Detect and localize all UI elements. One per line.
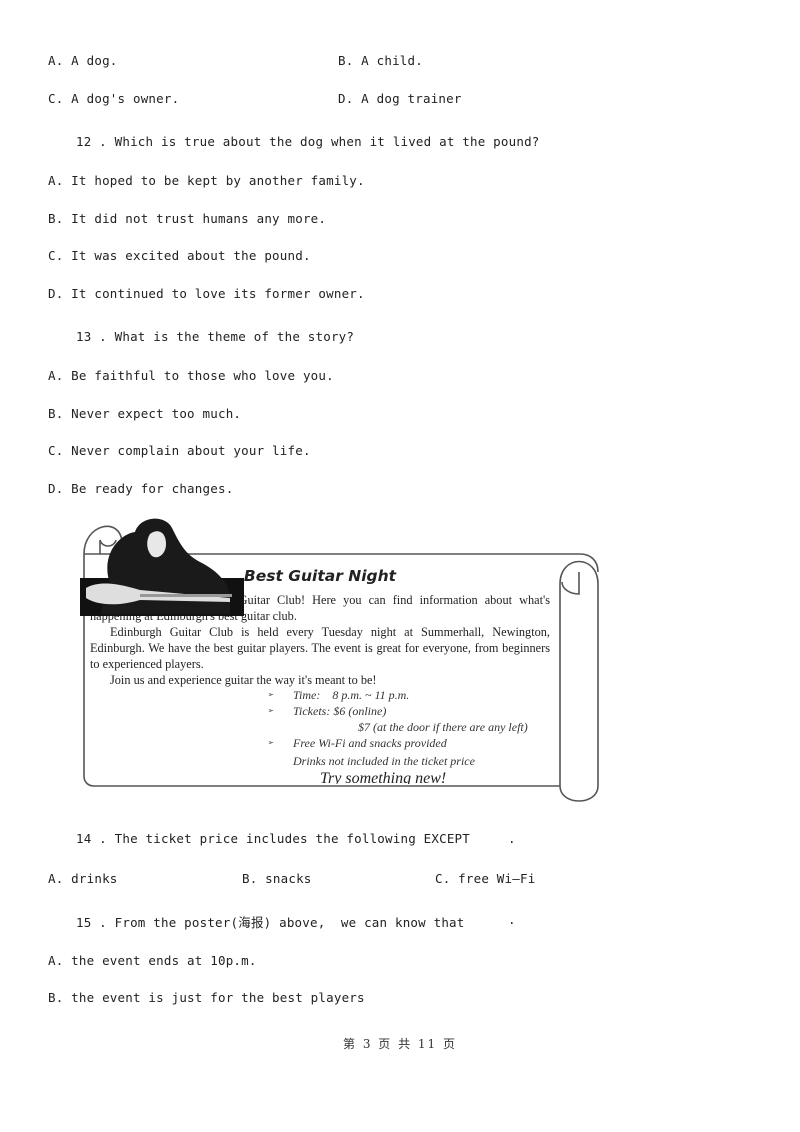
q11-option-a: A. A dog. bbox=[48, 53, 118, 68]
q14-blank: . bbox=[508, 831, 516, 846]
q11-option-c: C. A dog's owner. bbox=[48, 91, 180, 106]
poster-bullet-wifi: Free Wi-Fi and snacks provided bbox=[293, 736, 447, 750]
q13-question: 13 . What is the theme of the story? bbox=[76, 329, 355, 344]
guitar-night-poster: Best Guitar Night Welcome to Edinburgh G… bbox=[80, 514, 602, 806]
poster-paragraph-2: Edinburgh Guitar Club is held every Tues… bbox=[90, 625, 550, 671]
q13-option-c: C. Never complain about your life. bbox=[48, 443, 311, 458]
q15-question: 15 . From the poster(海报) above, we can k… bbox=[76, 915, 465, 930]
q11-option-b: B. A child. bbox=[338, 53, 423, 68]
q14-option-c: C. free Wi—Fi bbox=[435, 871, 536, 886]
poster-bullet-tickets-door: $7 (at the door if there are any left) bbox=[358, 720, 528, 734]
poster-paragraph-3: Join us and experience guitar the way it… bbox=[110, 673, 377, 687]
q14-question: 14 . The ticket price includes the follo… bbox=[76, 831, 471, 846]
page-number: 第 3 页 共 11 页 bbox=[343, 1037, 457, 1051]
poster-slogan: Try something new! bbox=[320, 770, 447, 784]
guitarist-image bbox=[80, 518, 244, 616]
q14-option-a: A. drinks bbox=[48, 871, 118, 886]
q12-option-c: C. It was excited about the pound. bbox=[48, 248, 311, 263]
q12-question: 12 . Which is true about the dog when it… bbox=[76, 134, 540, 149]
q15-blank: . bbox=[508, 912, 516, 927]
q13-option-a: A. Be faithful to those who love you. bbox=[48, 368, 334, 383]
poster-bullet-tickets-online: Tickets: $6 (online) bbox=[293, 704, 387, 718]
q14-option-b: B. snacks bbox=[242, 871, 312, 886]
bullet-arrow-icon: ➢ bbox=[268, 738, 275, 749]
poster-bullet-drinks: Drinks not included in the ticket price bbox=[293, 754, 475, 768]
bullet-arrow-icon: ➢ bbox=[268, 690, 275, 701]
bullet-arrow-icon: ➢ bbox=[268, 706, 275, 717]
q13-option-b: B. Never expect too much. bbox=[48, 406, 242, 421]
q11-option-d: D. A dog trainer bbox=[338, 91, 462, 106]
q12-option-d: D. It continued to love its former owner… bbox=[48, 286, 365, 301]
q13-option-d: D. Be ready for changes. bbox=[48, 481, 234, 496]
q15-option-a: A. the event ends at 10p.m. bbox=[48, 953, 257, 968]
q12-option-b: B. It did not trust humans any more. bbox=[48, 211, 327, 226]
scroll-right-roll bbox=[559, 560, 599, 802]
poster-bullet-time: Time: 8 p.m. ~ 11 p.m. bbox=[293, 688, 410, 702]
q12-option-a: A. It hoped to be kept by another family… bbox=[48, 173, 365, 188]
q15-option-b: B. the event is just for the best player… bbox=[48, 990, 365, 1005]
